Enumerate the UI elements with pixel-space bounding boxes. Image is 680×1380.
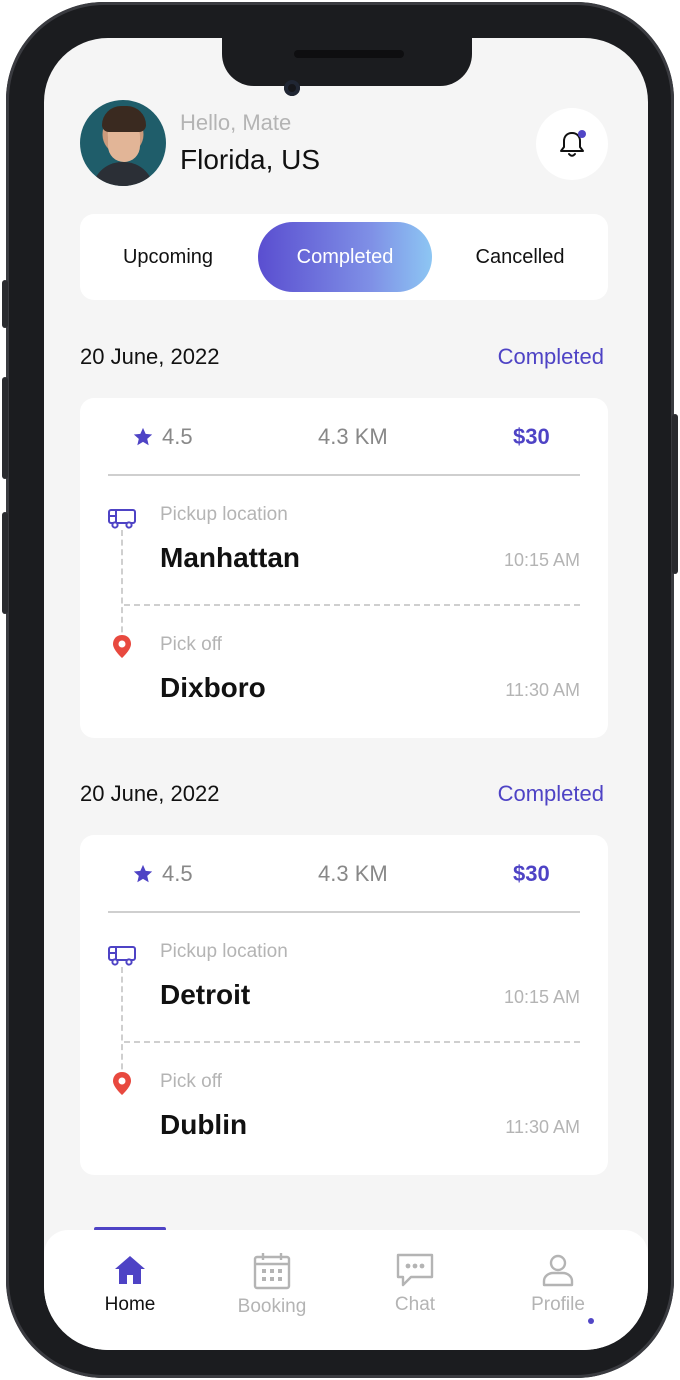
dropoff-name: Dixboro bbox=[160, 672, 266, 703]
nav-profile-label: Profile bbox=[531, 1294, 585, 1315]
nav-chat-label: Chat bbox=[394, 1294, 436, 1315]
price-value: $30 bbox=[513, 424, 550, 449]
rating-value: 4.5 bbox=[162, 861, 193, 886]
rating: 4.5 bbox=[132, 861, 193, 887]
power-button bbox=[672, 414, 678, 574]
location-pin-icon bbox=[113, 1072, 131, 1095]
distance-value: 4.3 KM bbox=[318, 424, 388, 449]
ride-card[interactable]: 4.5 4.3 KM $30 Pickup location Detroit 1… bbox=[80, 835, 608, 1175]
nav-profile[interactable]: Profile bbox=[498, 1252, 618, 1316]
nav-booking-label: Booking bbox=[237, 1296, 307, 1317]
bottom-navigation: Home Booking Chat Profile bbox=[44, 1230, 648, 1350]
app-screen: Hello, Mate Florida, US Upcoming Complet… bbox=[44, 38, 648, 1350]
profile-notification-dot bbox=[588, 1318, 594, 1324]
nav-booking[interactable]: Booking bbox=[212, 1252, 332, 1318]
ride-tabs: Upcoming Completed Cancelled bbox=[80, 214, 608, 300]
tab-completed[interactable]: Completed bbox=[258, 222, 432, 292]
avatar[interactable] bbox=[80, 100, 166, 186]
calendar-icon bbox=[253, 1253, 291, 1290]
tab-cancelled[interactable]: Cancelled bbox=[432, 222, 608, 292]
route-line bbox=[121, 967, 123, 1079]
divider bbox=[108, 911, 580, 913]
truck-icon bbox=[108, 946, 136, 966]
location-text: Florida, US bbox=[180, 144, 321, 175]
ride-card[interactable]: 4.5 4.3 KM $30 Pickup location Manhattan… bbox=[80, 398, 608, 738]
notch bbox=[222, 38, 472, 86]
rating: 4.5 bbox=[132, 424, 193, 450]
phone-frame: Hello, Mate Florida, US Upcoming Complet… bbox=[2, 2, 678, 1378]
dropoff-label: Pick off bbox=[160, 1071, 222, 1092]
pickup-name: Manhattan bbox=[160, 542, 300, 573]
speaker bbox=[294, 50, 404, 58]
volume-down-button bbox=[2, 512, 8, 614]
dropoff-time: 11:30 AM bbox=[505, 680, 580, 700]
home-icon bbox=[115, 1256, 145, 1284]
star-icon bbox=[133, 864, 153, 883]
ride-status: Completed bbox=[497, 781, 604, 806]
location-pin-icon bbox=[113, 635, 131, 658]
notification-button[interactable] bbox=[536, 108, 608, 180]
price-value: $30 bbox=[513, 861, 550, 886]
nav-home-label: Home bbox=[104, 1294, 156, 1315]
rating-value: 4.5 bbox=[162, 424, 193, 449]
nav-home[interactable]: Home bbox=[70, 1252, 190, 1316]
star-icon bbox=[133, 427, 153, 446]
distance-value: 4.3 KM bbox=[318, 861, 388, 886]
ride-stats: 4.5 4.3 KM $30 bbox=[80, 861, 608, 893]
ride-stats: 4.5 4.3 KM $30 bbox=[80, 424, 608, 456]
divider bbox=[108, 474, 580, 476]
route-line bbox=[121, 530, 123, 642]
ride-date: 20 June, 2022 bbox=[80, 781, 220, 806]
dropoff-name: Dublin bbox=[160, 1109, 248, 1140]
notification-dot bbox=[578, 130, 586, 138]
pickup-label: Pickup location bbox=[160, 504, 288, 525]
truck-icon bbox=[108, 509, 136, 529]
chat-icon bbox=[396, 1253, 434, 1287]
tab-upcoming[interactable]: Upcoming bbox=[80, 222, 256, 292]
dropoff-time: 11:30 AM bbox=[505, 1117, 580, 1137]
divider bbox=[124, 604, 580, 606]
pickup-name: Detroit bbox=[160, 979, 251, 1010]
pickup-time: 10:15 AM bbox=[503, 987, 580, 1007]
dropoff-label: Pick off bbox=[160, 634, 222, 655]
ride-status: Completed bbox=[497, 344, 604, 369]
divider bbox=[124, 1041, 580, 1043]
pickup-label: Pickup location bbox=[160, 941, 288, 962]
front-camera bbox=[284, 80, 300, 96]
volume-up-button bbox=[2, 377, 8, 479]
greeting-text: Hello, Mate bbox=[180, 110, 292, 135]
user-icon bbox=[542, 1254, 574, 1287]
ride-date: 20 June, 2022 bbox=[80, 344, 220, 369]
nav-chat[interactable]: Chat bbox=[355, 1252, 475, 1316]
mute-switch bbox=[2, 280, 8, 328]
pickup-time: 10:15 AM bbox=[503, 550, 580, 570]
